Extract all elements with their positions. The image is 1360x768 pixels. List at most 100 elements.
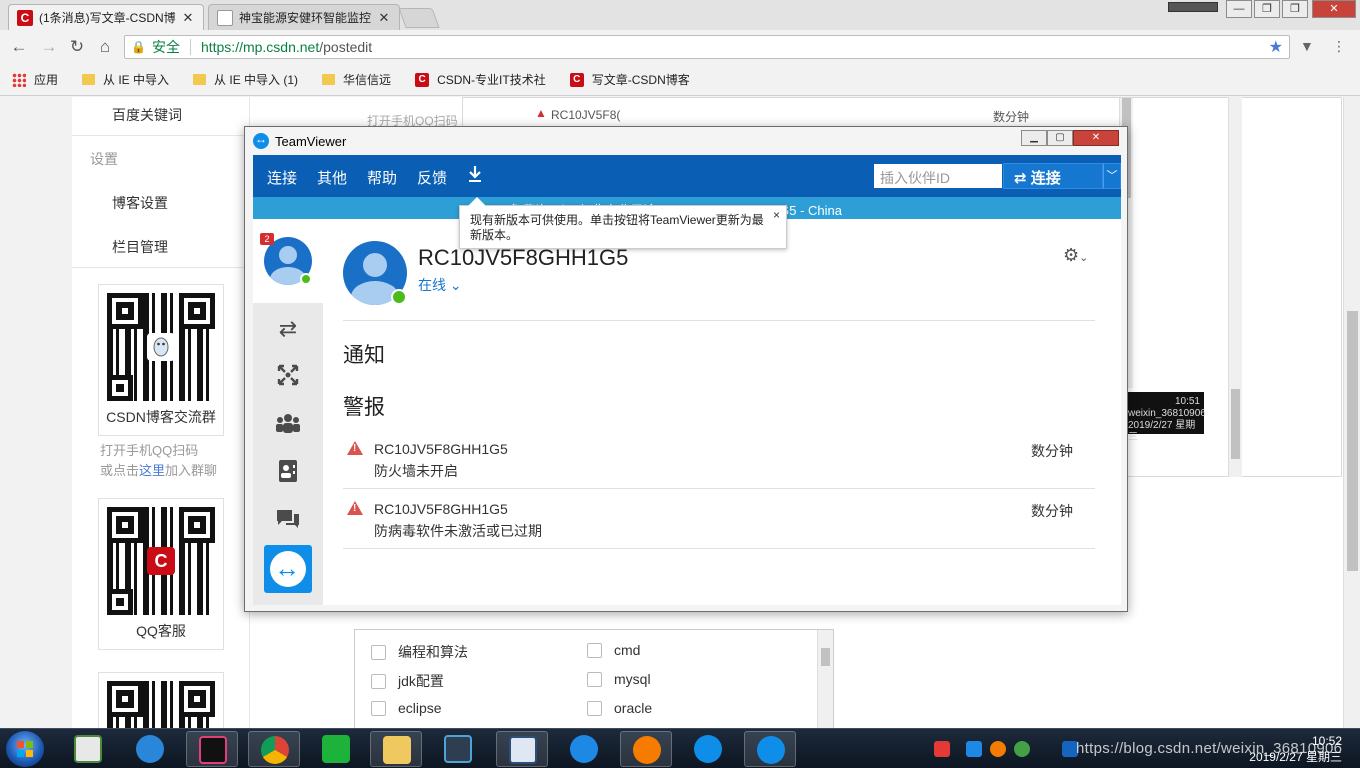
back-arrow-icon[interactable]: ← (8, 36, 30, 58)
taskbar-dolphin-app[interactable] (124, 731, 176, 767)
minimize-button[interactable]: — (1226, 0, 1252, 18)
content-scrollbar[interactable] (1228, 97, 1242, 477)
presence-status-dropdown[interactable]: 在线 ⌄ (418, 275, 462, 295)
taskbar-teamviewer-active[interactable] (744, 731, 796, 767)
tv-menu-help[interactable]: 帮助 (367, 167, 397, 188)
bg-alert-id: RC10JV5F8( (551, 108, 621, 122)
page-scrollbar[interactable] (1343, 97, 1360, 728)
taskbar-ie[interactable] (558, 731, 610, 767)
tag-option[interactable]: oracle (587, 700, 652, 716)
taskbar-file-explorer[interactable] (370, 731, 422, 767)
tv-maximize-button[interactable]: ▢ (1047, 130, 1073, 146)
notification-badge: 2 (260, 233, 274, 245)
help-text-suffix: 加入群聊 (165, 463, 218, 478)
qr-caption: QQ客服 (136, 623, 186, 639)
tag-option[interactable]: jdk配置 (371, 671, 444, 691)
tv-menu-connect[interactable]: 连接 (267, 167, 297, 188)
checkbox[interactable] (587, 671, 602, 687)
taskbar-green-app[interactable] (310, 731, 362, 767)
content-scroll-thumb[interactable] (1231, 389, 1240, 459)
tab-csdn-write[interactable]: C (1条消息)写文章-CSDN博 ✕ (8, 4, 204, 30)
remote-control-icon[interactable]: ⇄ (273, 315, 303, 343)
warning-icon (347, 441, 363, 455)
qr-code: C (107, 507, 215, 615)
nav-column-management[interactable]: 栏目管理 (112, 237, 168, 257)
tv-menu-feedback[interactable]: 反馈 (417, 167, 447, 188)
download-update-icon[interactable] (467, 165, 483, 188)
tag-option[interactable]: 编程和算法 (371, 642, 468, 662)
alert-item[interactable]: RC10JV5F8GHH1G5 防火墙未开启 数分钟 (343, 439, 1095, 499)
close-icon[interactable]: × (773, 208, 780, 223)
bookmark-ie-import[interactable]: 从 IE 中导入 (82, 71, 169, 88)
alert-item[interactable]: RC10JV5F8GHH1G5 防病毒软件未激活或已过期 数分钟 (343, 499, 1095, 559)
start-button[interactable] (6, 731, 44, 767)
gear-icon[interactable]: ⚙⌄ (1063, 245, 1088, 266)
new-tab-button[interactable] (398, 8, 440, 28)
help-line: 打开手机QQ扫码 (100, 443, 199, 458)
bookmark-csdn-write[interactable]: C 写文章-CSDN博客 (569, 71, 690, 88)
bookmark-csdn-home[interactable]: C CSDN-专业IT技术社 (415, 71, 546, 88)
checkbox[interactable] (371, 673, 386, 689)
internet-explorer-icon (570, 735, 598, 763)
bg-dark-time: 10:51 (1174, 396, 1200, 407)
taskbar-window-app[interactable] (496, 731, 548, 767)
sogou-input-icon[interactable] (934, 741, 950, 757)
taskbar-explorer-notes[interactable] (62, 731, 114, 767)
menu-icon[interactable]: ⋮ (1332, 38, 1346, 55)
wechat-icon[interactable] (1014, 741, 1030, 757)
close-icon[interactable]: ✕ (181, 10, 195, 26)
chevron-down-icon[interactable]: ﹀ (1103, 163, 1121, 189)
teamviewer-tray-icon[interactable] (966, 741, 982, 757)
taskbar-intellij[interactable] (186, 731, 238, 767)
taskbar-chrome[interactable] (248, 731, 300, 767)
extension-icon[interactable]: ▼ (1300, 38, 1314, 54)
tag-option[interactable]: cmd (587, 642, 640, 658)
reload-icon[interactable]: ↻ (66, 36, 88, 58)
maximize-button[interactable]: ❐ (1254, 0, 1280, 18)
search-tray-icon[interactable] (990, 741, 1006, 757)
tv-minimize-button[interactable]: ▁ (1021, 130, 1047, 146)
warning-icon (347, 501, 363, 515)
close-icon[interactable]: ✕ (377, 10, 391, 26)
forward-arrow-icon[interactable]: → (38, 36, 60, 58)
page-scroll-thumb[interactable] (1347, 311, 1358, 571)
contacts-group-icon[interactable] (273, 411, 303, 439)
tag-option[interactable]: eclipse (371, 700, 442, 716)
home-icon[interactable]: ⌂ (94, 36, 116, 58)
page-icon (217, 9, 233, 26)
alert-time: 数分钟 (1031, 443, 1073, 459)
nav-blog-settings[interactable]: 博客设置 (112, 193, 168, 213)
checkbox[interactable] (371, 700, 386, 716)
tag-option[interactable]: mysql (587, 671, 651, 687)
taskbar-visual-studio[interactable] (432, 731, 484, 767)
restore-button[interactable]: ❐ (1282, 0, 1308, 18)
teamviewer-brand-icon[interactable] (264, 545, 312, 593)
contact-card-icon[interactable] (273, 459, 303, 487)
tv-connect-button[interactable]: ⇄ 连接 (1003, 163, 1103, 189)
taskbar-teamviewer[interactable] (682, 731, 734, 767)
bookmark-ie-import-1[interactable]: 从 IE 中导入 (1) (193, 71, 298, 88)
tag-scrollbar[interactable] (817, 630, 833, 728)
bookmark-apps[interactable]: 应用 (12, 71, 58, 88)
tab-shenbao-monitor[interactable]: 神宝能源安健环智能监控 ✕ (208, 4, 400, 30)
taskbar-search-app[interactable] (620, 731, 672, 767)
nav-baidu-keywords[interactable]: 百度关键词 (112, 105, 182, 125)
tv-menu-other[interactable]: 其他 (317, 167, 347, 188)
window-close-button[interactable]: ✕ (1312, 0, 1356, 18)
sidebar-item-profile[interactable]: 2 (253, 219, 323, 303)
checkbox[interactable] (587, 642, 602, 658)
bookmark-star-icon[interactable]: ★ (1269, 37, 1283, 57)
teamviewer-window: TeamViewer ▁ ▢ ✕ 连接 其他 帮助 反馈 插入伙伴ID ⇄ 连接… (244, 126, 1128, 612)
partner-id-input[interactable]: 插入伙伴ID (873, 163, 1003, 189)
meeting-expand-icon[interactable] (273, 363, 303, 391)
tv-close-button[interactable]: ✕ (1073, 130, 1119, 146)
join-group-link[interactable]: 这里 (139, 463, 165, 478)
checkbox[interactable] (587, 700, 602, 716)
bookmark-huaxin[interactable]: 华信信远 (322, 71, 391, 88)
checkbox[interactable] (371, 644, 386, 660)
url-input[interactable]: 🔒 安全 https://mp.csdn.net/postedit ★ (124, 35, 1290, 59)
bookmarks-bar: 应用 从 IE 中导入 从 IE 中导入 (1) 华信信远 C CSDN-专业I… (0, 64, 1360, 96)
alert-message: 防病毒软件未激活或已过期 (374, 523, 542, 539)
tag-scroll-thumb[interactable] (821, 648, 830, 666)
chat-bubbles-icon[interactable] (273, 507, 303, 535)
